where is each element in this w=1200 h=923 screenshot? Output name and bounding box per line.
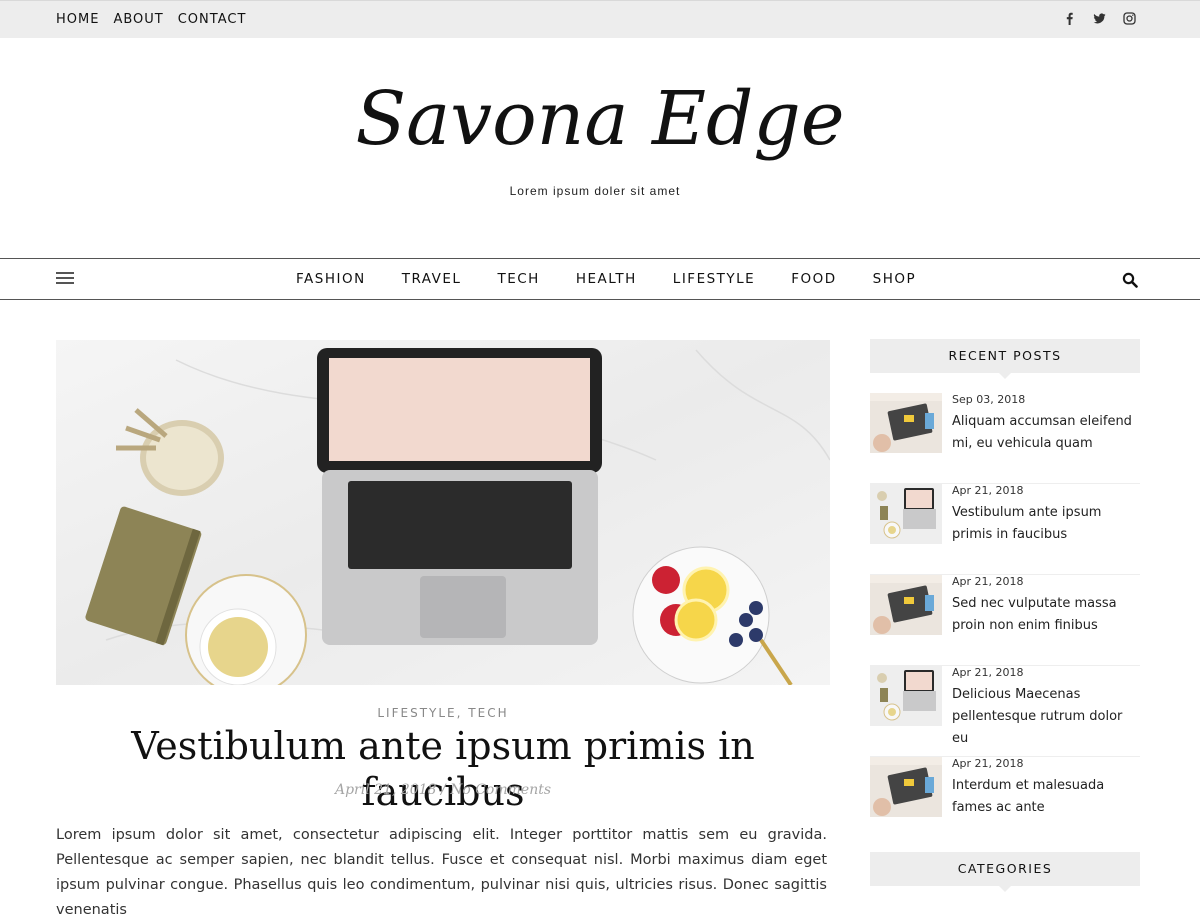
top-nav-contact[interactable]: CONTACT — [178, 12, 247, 27]
facebook-icon[interactable] — [1063, 12, 1076, 25]
nav-item-health[interactable]: HEALTH — [558, 271, 655, 287]
main-menu: FASHION TRAVEL TECH HEALTH LIFESTYLE FOO… — [278, 271, 934, 287]
recent-post-thumbnail[interactable] — [870, 393, 942, 453]
recent-post-item[interactable]: Apr 21, 2018 Sed nec vulputate massa pro… — [870, 575, 1140, 666]
recent-post-date: Apr 21, 2018 — [952, 757, 1024, 770]
recent-post-title[interactable]: Aliquam accumsan eleifend mi, eu vehicul… — [952, 411, 1140, 455]
instagram-icon[interactable] — [1123, 12, 1136, 25]
hamburger-icon[interactable] — [56, 272, 74, 286]
social-links — [1063, 12, 1136, 25]
category-link-tech[interactable]: TECH — [468, 706, 508, 720]
nav-item-lifestyle[interactable]: LIFESTYLE — [655, 271, 773, 287]
recent-posts-heading: RECENT POSTS — [870, 339, 1140, 379]
post-date: April 21, 2018 — [334, 782, 437, 798]
site-tagline: Lorem ipsum doler sit amet — [509, 184, 681, 198]
meta-separator: / — [436, 782, 451, 798]
top-nav-home[interactable]: HOME — [56, 12, 99, 27]
recent-post-thumbnail[interactable] — [870, 484, 942, 544]
post-excerpt: Lorem ipsum dolor sit amet, consectetur … — [56, 827, 827, 918]
recent-post-date: Apr 21, 2018 — [952, 575, 1024, 588]
post-title[interactable]: Vestibulum ante ipsum primis in faucibus — [56, 724, 830, 815]
post-meta: April 21, 2018 / No Comments — [56, 782, 830, 798]
categories-heading: CATEGORIES — [870, 852, 1140, 892]
recent-post-title[interactable]: Vestibulum ante ipsum primis in faucibus — [952, 502, 1140, 546]
top-nav-about[interactable]: ABOUT — [113, 12, 163, 27]
recent-post-item[interactable]: Apr 21, 2018 Vestibulum ante ipsum primi… — [870, 484, 1140, 575]
recent-post-thumbnail[interactable] — [870, 666, 942, 726]
recent-post-title[interactable]: Interdum et malesuada fames ac ante — [952, 775, 1140, 819]
nav-item-shop[interactable]: SHOP — [855, 271, 935, 287]
search-icon[interactable] — [1122, 272, 1138, 288]
category-separator: , — [456, 706, 469, 720]
recent-post-date: Apr 21, 2018 — [952, 666, 1024, 679]
nav-item-food[interactable]: FOOD — [773, 271, 854, 287]
post-categories: LIFESTYLE, TECH — [56, 706, 830, 720]
recent-post-date: Sep 03, 2018 — [952, 393, 1026, 406]
main-nav: FASHION TRAVEL TECH HEALTH LIFESTYLE FOO… — [0, 258, 1200, 300]
nav-item-tech[interactable]: TECH — [479, 271, 557, 287]
category-link-lifestyle[interactable]: LIFESTYLE — [377, 706, 456, 720]
recent-post-date: Apr 21, 2018 — [952, 484, 1024, 497]
nav-item-travel[interactable]: TRAVEL — [384, 271, 480, 287]
twitter-icon[interactable] — [1093, 12, 1106, 25]
recent-post-item[interactable]: Sep 03, 2018 Aliquam accumsan eleifend m… — [870, 393, 1140, 484]
top-bar: HOME ABOUT CONTACT — [0, 0, 1200, 38]
featured-image[interactable] — [56, 340, 830, 685]
recent-post-title[interactable]: Delicious Maecenas pellentesque rutrum d… — [952, 684, 1140, 750]
site-title[interactable]: Savona Edge — [0, 82, 1200, 156]
post-comments-link[interactable]: No Comments — [450, 782, 551, 798]
recent-post-thumbnail[interactable] — [870, 757, 942, 817]
recent-post-item[interactable]: Apr 21, 2018 Delicious Maecenas pellente… — [870, 666, 1140, 757]
nav-item-fashion[interactable]: FASHION — [278, 271, 384, 287]
recent-post-title[interactable]: Sed nec vulputate massa proin non enim f… — [952, 593, 1140, 637]
recent-post-item[interactable]: Apr 21, 2018 Interdum et malesuada fames… — [870, 757, 1140, 848]
recent-post-thumbnail[interactable] — [870, 575, 942, 635]
top-nav: HOME ABOUT CONTACT — [56, 12, 246, 27]
